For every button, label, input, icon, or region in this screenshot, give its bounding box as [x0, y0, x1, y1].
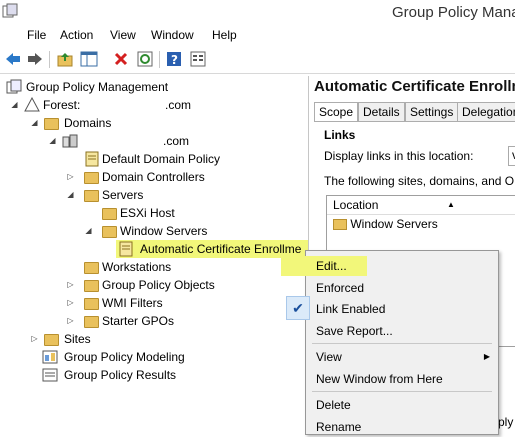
partial-text: ply t [498, 415, 515, 429]
menu-separator [312, 391, 492, 392]
tree-label-automatic-certificate: Automatic Certificate Enrollme [140, 242, 302, 256]
tab-settings[interactable]: Settings [405, 102, 459, 122]
display-links-dropdown[interactable]: v [508, 146, 515, 166]
tree-label-group-policy-modeling: Group Policy Modeling [64, 350, 185, 364]
menu-action[interactable]: Action [60, 28, 93, 42]
tree-label-default-domain-policy: Default Domain Policy [102, 152, 221, 166]
tree-label-root: Group Policy Management [26, 80, 169, 94]
menu-separator [312, 343, 492, 344]
collapse-triangle-icon[interactable]: ◢ [30, 118, 39, 127]
up-folder-icon[interactable] [56, 50, 74, 68]
tree-label-forest-suffix: .com [165, 98, 192, 112]
list-item-label: Window Servers [350, 217, 438, 231]
folder-icon [44, 118, 59, 130]
menu-bar: File Action View Window Help [0, 26, 515, 46]
tree-label-window-servers: Window Servers [120, 224, 208, 238]
tree-label-starter-gpos: Starter GPOs [102, 314, 175, 328]
ou-folder-icon [84, 172, 99, 184]
group-policy-app-icon [2, 3, 18, 19]
menu-file[interactable]: File [27, 28, 46, 42]
gpm-root-icon [6, 79, 22, 95]
results-icon [42, 367, 58, 383]
menu-item-view-label: View [316, 350, 342, 364]
expand-triangle-icon[interactable]: ▷ [66, 316, 75, 325]
tree-label-domain-controllers: Domain Controllers [102, 170, 205, 184]
details-title: Automatic Certificate Enrollm [314, 78, 515, 95]
tree-label-forest: Forest: [43, 98, 81, 112]
ou-folder-icon [102, 226, 117, 238]
tree-label-workstations: Workstations [102, 260, 172, 274]
tree-label-sites: Sites [64, 332, 91, 346]
delete-icon[interactable] [112, 50, 130, 68]
window-title: Group Policy Mana [392, 4, 515, 21]
context-menu: Edit... Enforced ✔ Link Enabled Save Rep… [281, 250, 499, 437]
properties-icon[interactable] [189, 50, 207, 68]
forward-icon[interactable] [26, 50, 44, 68]
column-header-location[interactable]: Location ▲ [327, 196, 515, 215]
help-icon[interactable]: ? [165, 50, 183, 68]
tab-delegation[interactable]: Delegation [457, 102, 515, 122]
forest-icon [24, 96, 40, 113]
menu-item-view[interactable]: View ▶ [306, 347, 498, 367]
refresh-icon[interactable] [136, 50, 154, 68]
list-item[interactable]: Window Servers [333, 216, 438, 232]
menu-item-link-enabled[interactable]: Link Enabled [306, 299, 498, 319]
expand-triangle-icon[interactable]: ▷ [66, 298, 75, 307]
ou-folder-icon [84, 190, 99, 202]
tree-item-automatic-certificate-enrollment[interactable]: Automatic Certificate Enrollme [116, 240, 308, 258]
menu-item-delete[interactable]: Delete [306, 395, 498, 415]
tree-label-domain-suffix: .com [163, 134, 190, 148]
tree-label-group-policy-objects: Group Policy Objects [102, 278, 215, 292]
tree-label-group-policy-results: Group Policy Results [64, 368, 177, 382]
back-icon[interactable] [4, 50, 22, 68]
links-heading: Links [324, 128, 356, 142]
menu-item-new-window[interactable]: New Window from Here [306, 369, 498, 389]
tree-label-wmi-filters: WMI Filters [102, 296, 163, 310]
modeling-icon [42, 349, 58, 365]
tab-details[interactable]: Details [358, 102, 405, 122]
collapse-triangle-icon[interactable]: ◢ [84, 226, 93, 235]
menu-item-save-report[interactable]: Save Report... [306, 321, 498, 341]
collapse-triangle-icon[interactable]: ◢ [10, 100, 19, 109]
collapse-triangle-icon[interactable]: ◢ [66, 190, 75, 199]
expand-triangle-icon[interactable]: ▷ [66, 172, 75, 181]
menu-window[interactable]: Window [151, 28, 194, 42]
submenu-arrow-icon: ▶ [483, 352, 490, 361]
tree-label-servers: Servers [102, 188, 144, 202]
ou-folder-icon [102, 208, 117, 220]
folder-icon [84, 298, 99, 310]
show-hide-tree-icon[interactable] [80, 50, 98, 68]
toolbar-separator [159, 51, 160, 68]
display-links-label: Display links in this location: [324, 149, 474, 163]
toolbar-separator [49, 51, 50, 68]
sites-icon [44, 334, 59, 346]
menu-item-rename[interactable]: Rename [306, 417, 498, 437]
expand-triangle-icon[interactable]: ▷ [30, 334, 39, 343]
column-location-label: Location [333, 198, 379, 212]
ou-folder-icon [84, 262, 99, 274]
console-tree: Group Policy Management ◢ Forest: .com ◢… [0, 76, 309, 433]
gpo-link-icon [118, 241, 134, 257]
folder-icon [84, 280, 99, 292]
menu-item-edit[interactable]: Edit... [281, 256, 367, 276]
menu-help[interactable]: Help [212, 28, 237, 42]
tree-label-esxi-host: ESXi Host [120, 206, 175, 220]
tree-label-domains: Domains [64, 116, 112, 130]
svg-text:?: ? [171, 53, 178, 67]
menu-view[interactable]: View [110, 28, 136, 42]
gpo-link-icon [84, 151, 100, 167]
sort-ascending-icon: ▲ [447, 200, 455, 209]
title-bar: Group Policy Mana [0, 0, 515, 26]
expand-triangle-icon[interactable]: ▷ [66, 280, 75, 289]
toolbar: ? [0, 47, 515, 74]
domain-icon [62, 133, 78, 149]
following-text: The following sites, domains, and OUs a [324, 174, 515, 188]
ou-folder-icon [333, 219, 347, 231]
menu-item-enforced[interactable]: Enforced [306, 278, 498, 298]
folder-icon [84, 316, 99, 328]
collapse-triangle-icon[interactable]: ◢ [48, 136, 57, 145]
tab-scope[interactable]: Scope [314, 102, 359, 122]
